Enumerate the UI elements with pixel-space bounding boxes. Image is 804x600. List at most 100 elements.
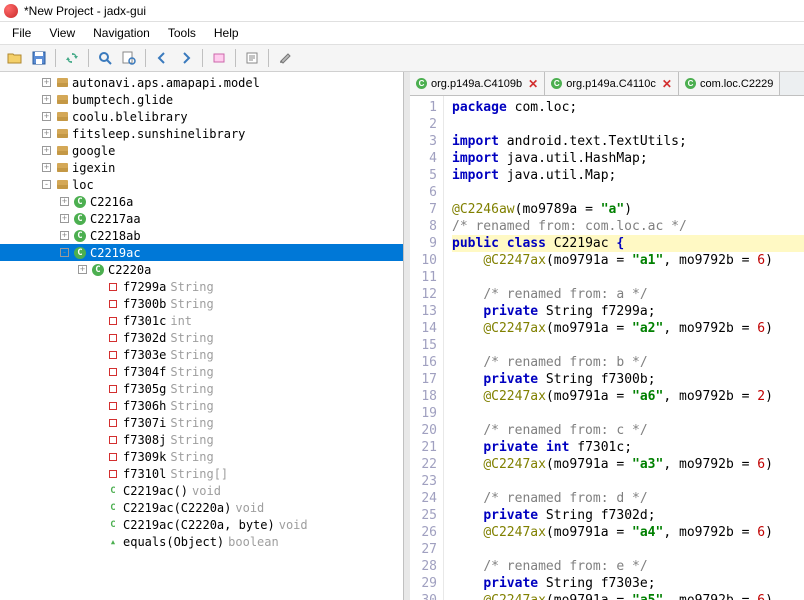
field-node[interactable]: f7306hString bbox=[0, 397, 403, 414]
field-node[interactable]: f7299aString bbox=[0, 278, 403, 295]
package-icon bbox=[55, 144, 69, 158]
code-line: @C2247ax(mo9791a = "a4", mo9792b = 6) bbox=[452, 524, 804, 541]
code-editor[interactable]: 1234567891011121314151617181920212223242… bbox=[410, 96, 804, 600]
package-icon bbox=[55, 110, 69, 124]
expand-icon[interactable]: + bbox=[42, 95, 51, 104]
field-node[interactable]: f7308j String bbox=[0, 431, 403, 448]
tab-close-icon[interactable]: ✕ bbox=[528, 77, 538, 91]
code-line: /* renamed from: a */ bbox=[452, 286, 804, 303]
package-node[interactable]: +autonavi.aps.amapapi.model bbox=[0, 74, 403, 91]
menu-navigation[interactable]: Navigation bbox=[85, 24, 158, 42]
code-line: private String f7302d; bbox=[452, 507, 804, 524]
expand-icon[interactable]: - bbox=[42, 180, 51, 189]
tree-type: String bbox=[170, 331, 213, 345]
package-node[interactable]: +igexin bbox=[0, 159, 403, 176]
settings-btn[interactable] bbox=[274, 47, 296, 69]
package-node[interactable]: +fitsleep.sunshinelibrary bbox=[0, 125, 403, 142]
tree-label: f7309k bbox=[123, 450, 166, 464]
expand-icon[interactable]: + bbox=[60, 214, 69, 223]
tree-type: void bbox=[235, 501, 264, 515]
code-line: @C2247ax(mo9791a = "a1", mo9792b = 6) bbox=[452, 252, 804, 269]
code-line: private int f7301c; bbox=[452, 439, 804, 456]
expand-icon[interactable]: + bbox=[78, 265, 87, 274]
field-icon bbox=[106, 433, 120, 447]
field-node[interactable]: f7305gString bbox=[0, 380, 403, 397]
line-gutter: 1234567891011121314151617181920212223242… bbox=[410, 96, 444, 600]
method-node[interactable]: C2219ac(C2220a, byte)void bbox=[0, 516, 403, 533]
class-node-selected[interactable]: -CC2219ac bbox=[0, 244, 403, 261]
field-node[interactable]: f7310lString[] bbox=[0, 465, 403, 482]
package-icon bbox=[55, 76, 69, 90]
sync-btn[interactable] bbox=[61, 47, 83, 69]
field-icon bbox=[106, 399, 120, 413]
method-node[interactable]: equals(Object)boolean bbox=[0, 533, 403, 550]
tree-label: f7304f bbox=[123, 365, 166, 379]
tab-close-icon[interactable]: ✕ bbox=[662, 77, 672, 91]
toolbar bbox=[0, 44, 804, 72]
field-node[interactable]: f7301cint bbox=[0, 312, 403, 329]
class-node[interactable]: +CC2217aa bbox=[0, 210, 403, 227]
tab-2[interactable]: Ccom.loc.C2229 bbox=[679, 72, 780, 95]
tree-type: String[] bbox=[170, 467, 228, 481]
class-icon: C bbox=[73, 246, 87, 260]
code-line: @C2246aw(mo9789a = "a") bbox=[452, 201, 804, 218]
tab-0[interactable]: Corg.p149a.C4109b✕ bbox=[410, 72, 545, 95]
tree-label: coolu.blelibrary bbox=[72, 110, 188, 124]
field-node[interactable]: f7309kString bbox=[0, 448, 403, 465]
menu-file[interactable]: File bbox=[4, 24, 39, 42]
method-node[interactable]: C2219ac(C2220a)void bbox=[0, 499, 403, 516]
field-node[interactable]: f7304f String bbox=[0, 363, 403, 380]
field-node[interactable]: f7300bString bbox=[0, 295, 403, 312]
tree-type: String bbox=[170, 416, 213, 430]
tree-label: C2219ac bbox=[90, 246, 141, 260]
tree-label: C2219ac() bbox=[123, 484, 188, 498]
expand-icon[interactable]: + bbox=[42, 112, 51, 121]
tab-label: org.p149a.C4110c bbox=[566, 78, 656, 90]
field-node[interactable]: f7307iString bbox=[0, 414, 403, 431]
menu-help[interactable]: Help bbox=[206, 24, 247, 42]
class-node[interactable]: +CC2218ab bbox=[0, 227, 403, 244]
code-area[interactable]: package com.loc;import android.text.Text… bbox=[444, 96, 804, 600]
expand-icon[interactable]: + bbox=[42, 78, 51, 87]
deobf-btn[interactable] bbox=[208, 47, 230, 69]
expand-icon[interactable]: - bbox=[60, 248, 69, 257]
open-btn[interactable] bbox=[4, 47, 26, 69]
class-icon: C bbox=[91, 263, 105, 277]
tree-label: f7305g bbox=[123, 382, 166, 396]
constructor-icon bbox=[106, 484, 120, 498]
log-btn[interactable] bbox=[241, 47, 263, 69]
menu-tools[interactable]: Tools bbox=[160, 24, 204, 42]
forward-btn[interactable] bbox=[175, 47, 197, 69]
class-node[interactable]: +CC2216a bbox=[0, 193, 403, 210]
expand-icon[interactable]: + bbox=[60, 231, 69, 240]
package-node[interactable]: + coolu.blelibrary bbox=[0, 108, 403, 125]
back-btn[interactable] bbox=[151, 47, 173, 69]
menu-view[interactable]: View bbox=[41, 24, 83, 42]
find-class-btn[interactable] bbox=[118, 47, 140, 69]
method-node[interactable]: C2219ac()void bbox=[0, 482, 403, 499]
tree-type: String bbox=[170, 365, 213, 379]
code-line: @C2247ax(mo9791a = "a6", mo9792b = 2) bbox=[452, 388, 804, 405]
search-btn[interactable] bbox=[94, 47, 116, 69]
package-icon bbox=[55, 93, 69, 107]
expand-icon[interactable]: + bbox=[42, 163, 51, 172]
tree-label: f7308j bbox=[123, 433, 166, 447]
package-node-loc[interactable]: -loc bbox=[0, 176, 403, 193]
package-node[interactable]: +bumptech.glide bbox=[0, 91, 403, 108]
tab-1[interactable]: Corg.p149a.C4110c✕ bbox=[545, 72, 679, 95]
save-btn[interactable] bbox=[28, 47, 50, 69]
field-icon bbox=[106, 280, 120, 294]
tree-type: String bbox=[170, 433, 213, 447]
field-node[interactable]: f7302dString bbox=[0, 329, 403, 346]
field-node[interactable]: f7303eString bbox=[0, 346, 403, 363]
expand-icon[interactable]: + bbox=[42, 129, 51, 138]
package-icon bbox=[55, 178, 69, 192]
code-line: /* renamed from: d */ bbox=[452, 490, 804, 507]
package-node[interactable]: +google bbox=[0, 142, 403, 159]
expand-icon[interactable]: + bbox=[60, 197, 69, 206]
class-node[interactable]: +CC2220a bbox=[0, 261, 403, 278]
code-line: import java.util.Map; bbox=[452, 167, 804, 184]
project-tree[interactable]: +autonavi.aps.amapapi.model+bumptech.gli… bbox=[0, 72, 404, 600]
package-icon bbox=[55, 127, 69, 141]
expand-icon[interactable]: + bbox=[42, 146, 51, 155]
